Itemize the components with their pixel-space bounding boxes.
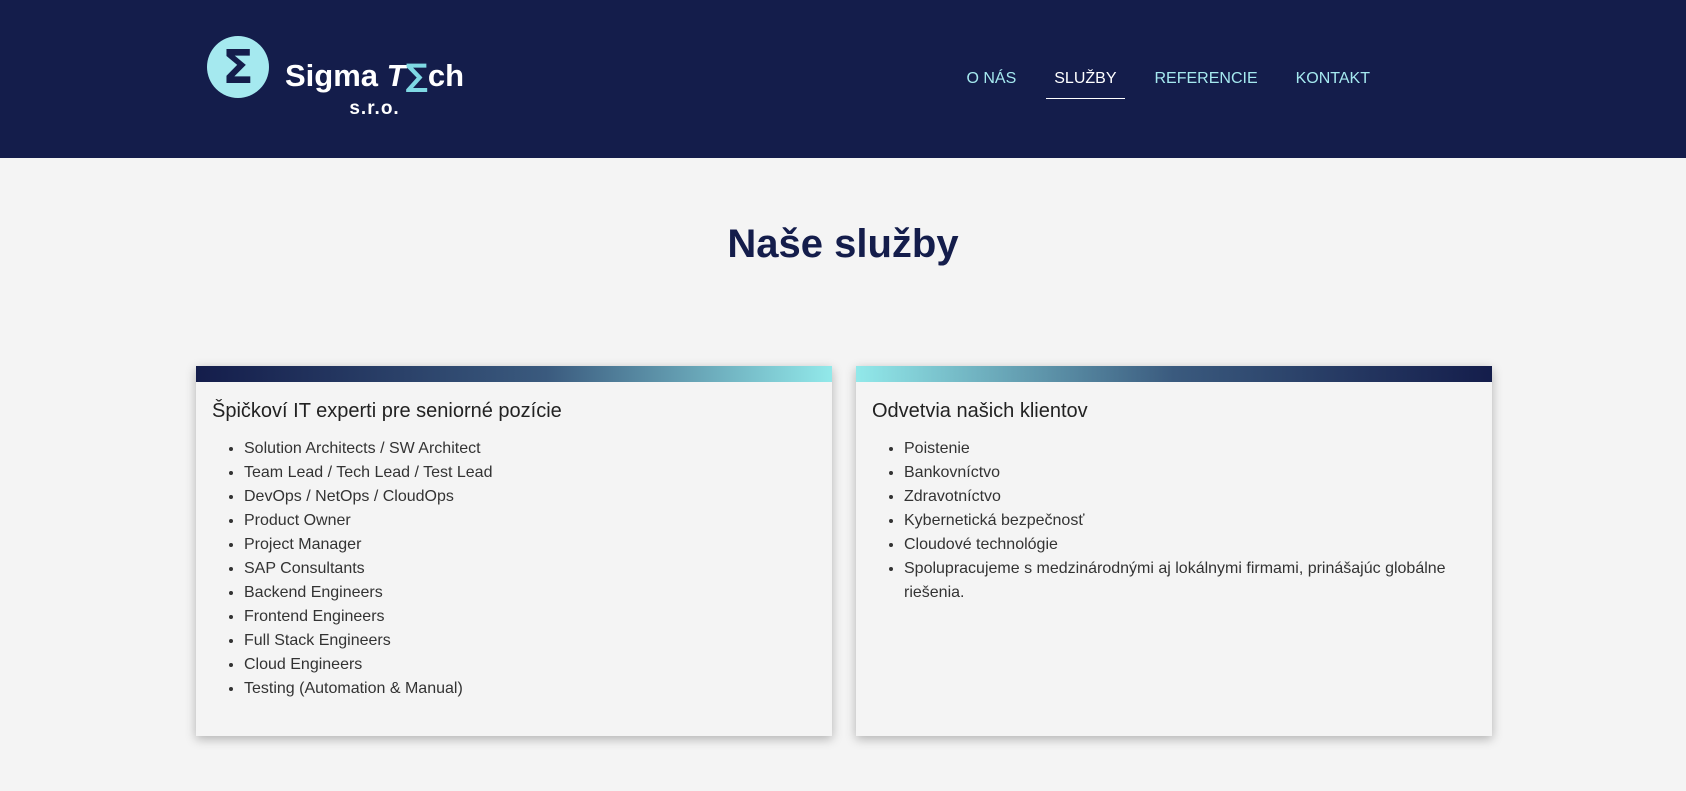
list-item: Product Owner [244,509,802,533]
list-item: Cloud Engineers [244,653,802,677]
list-item: DevOps / NetOps / CloudOps [244,485,802,509]
logo-name: Sigma T∑ch [285,60,464,92]
list-item: Kybernetická bezpečnosť [904,509,1462,533]
logo-name-sigma: ∑ [405,58,428,94]
site-header: Σ Sigma T∑ch s.r.o. O NÁS SLUŽBY REFEREN… [0,0,1686,158]
company-logo[interactable]: Σ Sigma T∑ch s.r.o. [207,36,464,120]
list-item: Testing (Automation & Manual) [244,677,802,701]
nav-item-sluzby[interactable]: SLUŽBY [1046,68,1125,99]
list-item: Backend Engineers [244,581,802,605]
logo-name-part1: Sigma [285,58,387,93]
list-item: Poistenie [904,437,1462,461]
nav-item-o-nas[interactable]: O NÁS [958,68,1024,99]
card-title: Odvetvia našich klientov [872,400,1088,422]
card-gradient-bar [856,366,1492,382]
sigma-logo-icon: Σ [207,36,269,98]
card-client-industries: Odvetvia našich klientov Poistenie Banko… [856,366,1492,736]
service-cards: Špičkoví IT experti pre seniorné pozície… [196,366,1492,736]
nav-item-kontakt[interactable]: KONTAKT [1288,68,1378,99]
logo-subtitle: s.r.o. [349,98,400,119]
industries-list: Poistenie Bankovníctvo Zdravotníctvo Kyb… [904,437,1462,605]
nav-item-referencie[interactable]: REFERENCIE [1147,68,1266,99]
card-title: Špičkoví IT experti pre seniorné pozície [212,400,562,422]
list-item: Spolupracujeme s medzinárodnými aj lokál… [904,557,1462,605]
card-gradient-bar [196,366,832,382]
page-title: Naše služby [727,222,959,266]
list-item: Bankovníctvo [904,461,1462,485]
list-item: Project Manager [244,533,802,557]
list-item: Cloudové technológie [904,533,1462,557]
experts-list: Solution Architects / SW Architect Team … [244,437,802,701]
logo-name-part2: T [386,58,406,93]
card-it-experts: Špičkoví IT experti pre seniorné pozície… [196,366,832,736]
main-nav: O NÁS SLUŽBY REFERENCIE KONTAKT [936,68,1378,99]
list-item: Team Lead / Tech Lead / Test Lead [244,461,802,485]
logo-text: Sigma T∑ch s.r.o. [285,60,464,120]
list-item: Full Stack Engineers [244,629,802,653]
logo-name-part3: ch [427,58,465,93]
list-item: Zdravotníctvo [904,485,1462,509]
list-item: SAP Consultants [244,557,802,581]
list-item: Solution Architects / SW Architect [244,437,802,461]
list-item: Frontend Engineers [244,605,802,629]
